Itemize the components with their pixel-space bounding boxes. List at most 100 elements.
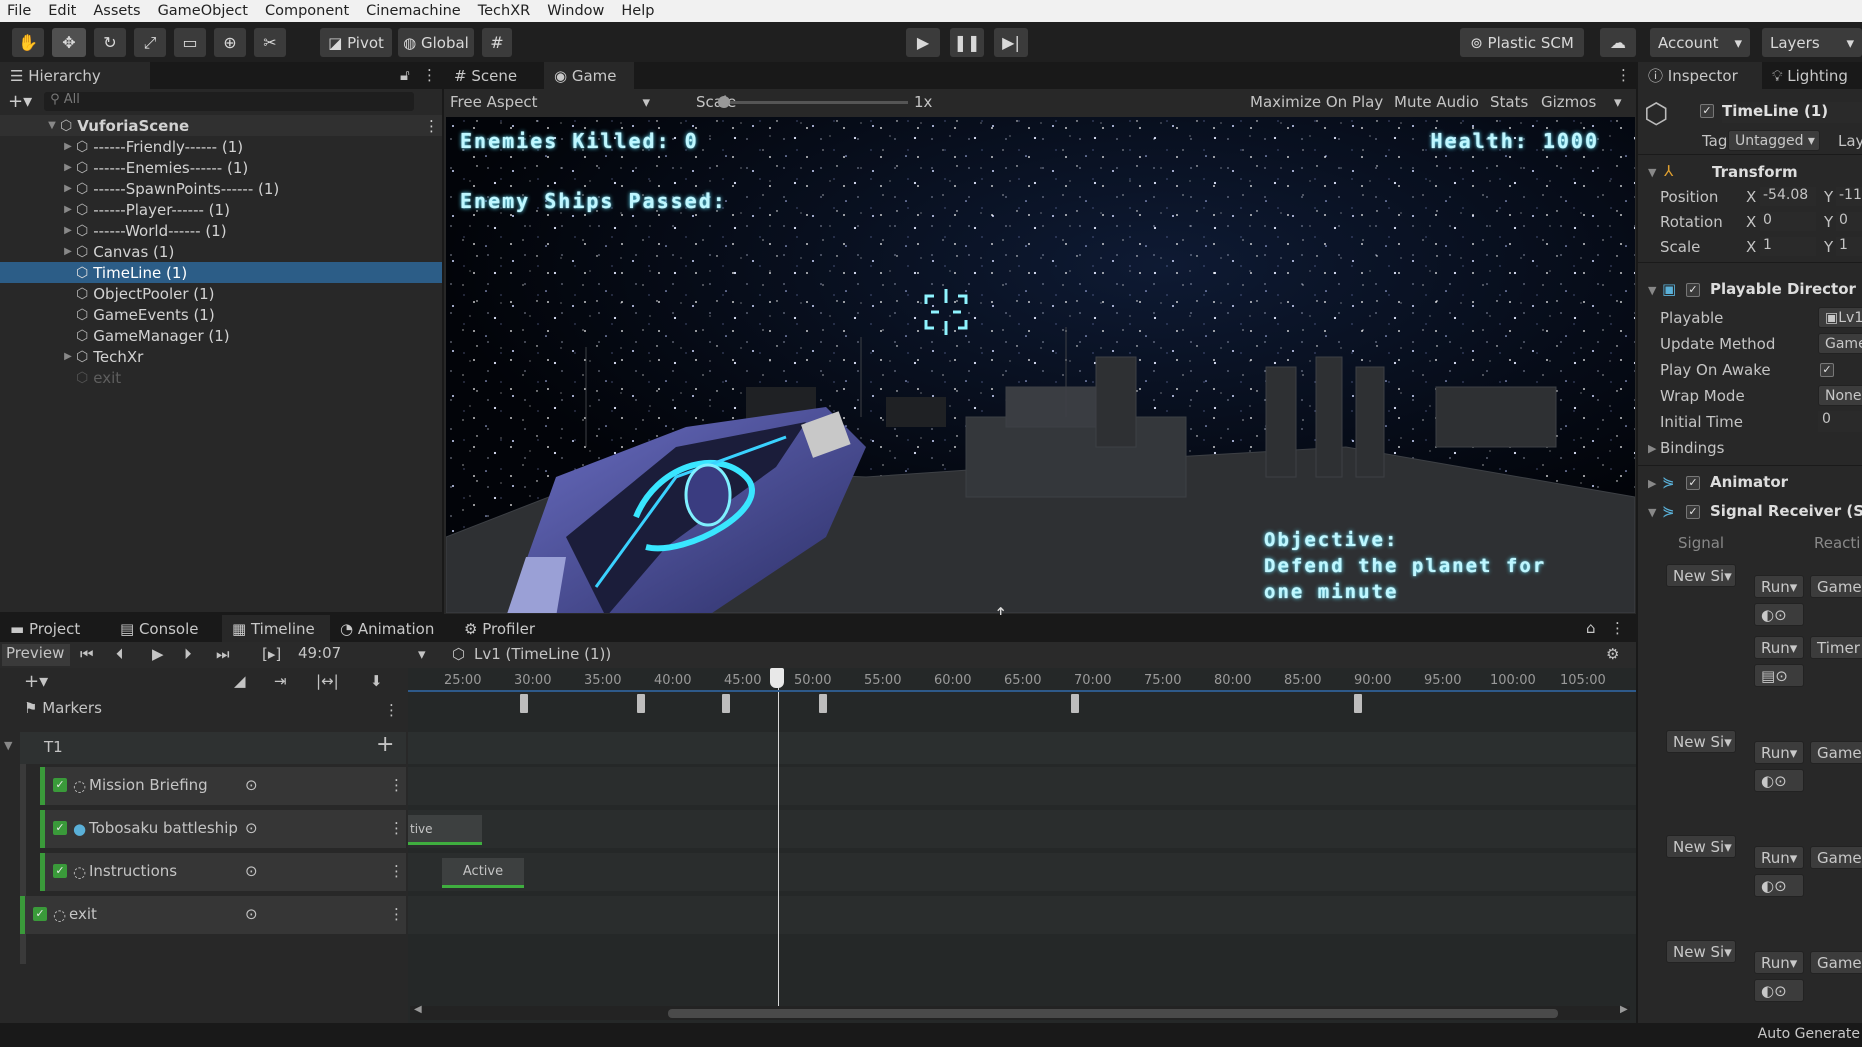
track-exit[interactable]: ✓ ◌ exit ⊙ ⋮ [20, 896, 406, 934]
signal-marker[interactable] [1354, 694, 1362, 713]
scale-tool-icon[interactable]: ⤢ [134, 28, 166, 57]
hierarchy-search-input[interactable]: ⚲ All [44, 91, 415, 111]
kebab-menu-icon[interactable]: ⋮ [1616, 66, 1631, 84]
hierarchy-item-canvas[interactable]: ▶ ⬡ Canvas (1) [0, 241, 442, 262]
playable-field[interactable]: ▣ Lv1 [1818, 307, 1862, 328]
add-icon[interactable]: +▾ [8, 91, 32, 112]
menu-gameobject[interactable]: GameObject [158, 3, 248, 19]
global-toggle[interactable]: ◍ Global [398, 28, 474, 57]
hierarchy-item-player[interactable]: ▶ ⬡ ------Player------ (1) [0, 199, 442, 220]
gizmos-toggle[interactable]: Gizmos [1541, 93, 1596, 111]
signal-dropdown-1[interactable]: New Si ▾ [1666, 564, 1736, 587]
add-track-icon[interactable]: +▾ [24, 671, 48, 692]
animator-header[interactable]: Animator [1710, 473, 1788, 491]
menu-assets[interactable]: Assets [93, 3, 140, 19]
tag-dropdown[interactable]: Untagged ▾ [1728, 130, 1820, 151]
pause-button[interactable]: ❚❚ [950, 28, 984, 57]
tab-lighting[interactable]: 💡︎ Lighting [1762, 62, 1862, 89]
scale-x-field[interactable]: 1 [1760, 237, 1816, 256]
hierarchy-item-techxr[interactable]: ▶ ⬡ TechXr [0, 346, 442, 367]
track-instructions[interactable]: ✓ ◌ Instructions ⊙ ⋮ [40, 853, 406, 891]
kebab-menu-icon[interactable]: ⋮ [389, 776, 404, 794]
transform-tool-icon[interactable]: ⊕ [214, 28, 246, 57]
signal-marker[interactable] [1071, 694, 1079, 713]
cloud-icon[interactable]: ☁ [1600, 28, 1636, 57]
bindings-foldout[interactable]: Bindings [1660, 439, 1725, 457]
hierarchy-item-enemies[interactable]: ▶ ⬡ ------Enemies------ (1) [0, 157, 442, 178]
kebab-menu-icon[interactable]: ⋮ [1610, 619, 1625, 637]
signal-marker[interactable] [722, 694, 730, 713]
scrollbar-thumb[interactable] [668, 1009, 1558, 1018]
track-target-icon[interactable]: ⊙ [245, 776, 258, 794]
previous-frame-icon[interactable]: ⏴ [116, 645, 124, 663]
kebab-menu-icon[interactable]: ⋮ [389, 905, 404, 923]
runtime-dropdown-4[interactable]: Run ▾ [1754, 846, 1804, 869]
play-icon[interactable]: ▶ [152, 645, 164, 663]
expand-arrow-icon[interactable]: ▼ [4, 739, 12, 752]
menu-cinemachine[interactable]: Cinemachine [366, 3, 461, 19]
object-picker-5[interactable]: ◐ ⊙ [1754, 979, 1804, 1002]
menu-help[interactable]: Help [621, 3, 654, 19]
tab-profiler[interactable]: ⚙ Profiler [454, 615, 554, 642]
play-button[interactable]: ▶ [906, 28, 940, 57]
director-enabled-checkbox[interactable]: ✓ [1686, 283, 1700, 297]
markers-row[interactable]: ⚑ Markers [24, 699, 102, 717]
move-tool-icon[interactable]: ✥ [52, 28, 86, 57]
tab-inspector[interactable]: ⓘ Inspector [1638, 62, 1762, 89]
scale-slider[interactable] [718, 96, 908, 108]
tab-project[interactable]: ▬ Project [0, 615, 110, 642]
chevron-down-icon[interactable]: ▾ [1614, 93, 1622, 111]
auto-generate-lighting-status[interactable]: Auto Generate [1758, 1026, 1860, 1042]
track-group-t1[interactable]: T1 + [20, 732, 406, 764]
runtime-dropdown-3[interactable]: Run ▾ [1754, 741, 1804, 764]
tab-game[interactable]: ◉ Game [544, 62, 634, 89]
hierarchy-item-gameevents[interactable]: ⬡ GameEvents (1) [0, 304, 442, 325]
scroll-left-icon[interactable]: ◀ [414, 1004, 422, 1015]
rotation-y-field[interactable]: 0 [1836, 212, 1862, 231]
next-frame-icon[interactable]: ⏵ [184, 645, 192, 663]
kebab-menu-icon[interactable]: ⋮ [389, 819, 404, 837]
hierarchy-item-spawnpoints[interactable]: ▶ ⬡ ------SpawnPoints------ (1) [0, 178, 442, 199]
play-range-icon[interactable]: [▸] [262, 645, 281, 663]
hand-tool-icon[interactable]: ✋ [12, 28, 44, 57]
snap-icon[interactable]: ⬇ [370, 672, 383, 690]
active-checkbox[interactable]: ✓ [1700, 104, 1714, 118]
aspect-dropdown[interactable]: Free Aspect ▾ [450, 93, 650, 111]
plastic-scm-button[interactable]: ⊚ Plastic SCM [1460, 28, 1584, 57]
update-method-dropdown[interactable]: Game [1818, 333, 1862, 354]
expand-arrow-icon[interactable]: ▶ [1648, 442, 1656, 455]
transform-header[interactable]: Transform [1712, 163, 1798, 181]
go-to-start-icon[interactable]: ⏮ [80, 645, 94, 663]
account-dropdown[interactable]: Account ▾ [1650, 28, 1750, 57]
signal-dropdown-2[interactable]: New Si ▾ [1666, 730, 1736, 753]
hierarchy-item-objectpooler[interactable]: ⬡ ObjectPooler (1) [0, 283, 442, 304]
track-area[interactable]: tive Active [408, 668, 1636, 1023]
expand-arrow-icon[interactable]: ▼ [1648, 166, 1656, 179]
horizontal-scrollbar[interactable]: ◀ ▶ [410, 1004, 1630, 1020]
step-button[interactable]: ▶| [994, 28, 1028, 57]
game-viewport[interactable]: Enemies Killed: 0 Health: 1000 Enemy Shi… [446, 117, 1635, 613]
mute-audio-toggle[interactable]: Mute Audio [1394, 93, 1479, 111]
pivot-toggle[interactable]: ◪ Pivot [320, 28, 392, 57]
tab-hierarchy[interactable]: ☰ Hierarchy [0, 62, 150, 89]
tab-scene[interactable]: # Scene [444, 62, 544, 89]
signal-marker[interactable] [637, 694, 645, 713]
kebab-menu-icon[interactable]: ⋮ [389, 862, 404, 880]
runtime-dropdown-5[interactable]: Run ▾ [1754, 951, 1804, 974]
rotate-tool-icon[interactable]: ↻ [94, 28, 126, 57]
add-icon[interactable]: + [376, 732, 394, 757]
object-picker-1[interactable]: ◐ ⊙ [1754, 603, 1804, 626]
position-x-field[interactable]: -54.08 [1760, 187, 1816, 206]
edit-mode-ripple-icon[interactable]: ⇥ [274, 672, 287, 690]
expand-arrow-icon[interactable]: ▶ [60, 141, 76, 152]
chevron-down-icon[interactable]: ▾ [418, 645, 426, 663]
track-enabled-checkbox[interactable]: ✓ [53, 821, 67, 835]
custom-tool-icon[interactable]: ✂ [254, 28, 286, 57]
wrap-mode-dropdown[interactable]: None [1818, 385, 1862, 406]
layers-dropdown[interactable]: Layers ▾ [1762, 28, 1862, 57]
runtime-dropdown-1[interactable]: Run ▾ [1754, 575, 1804, 598]
menu-techxr[interactable]: TechXR [478, 3, 531, 19]
activation-clip-1[interactable]: tive [408, 815, 482, 845]
kebab-menu-icon[interactable]: ⋮ [424, 117, 439, 135]
track-enabled-checkbox[interactable]: ✓ [33, 907, 47, 921]
